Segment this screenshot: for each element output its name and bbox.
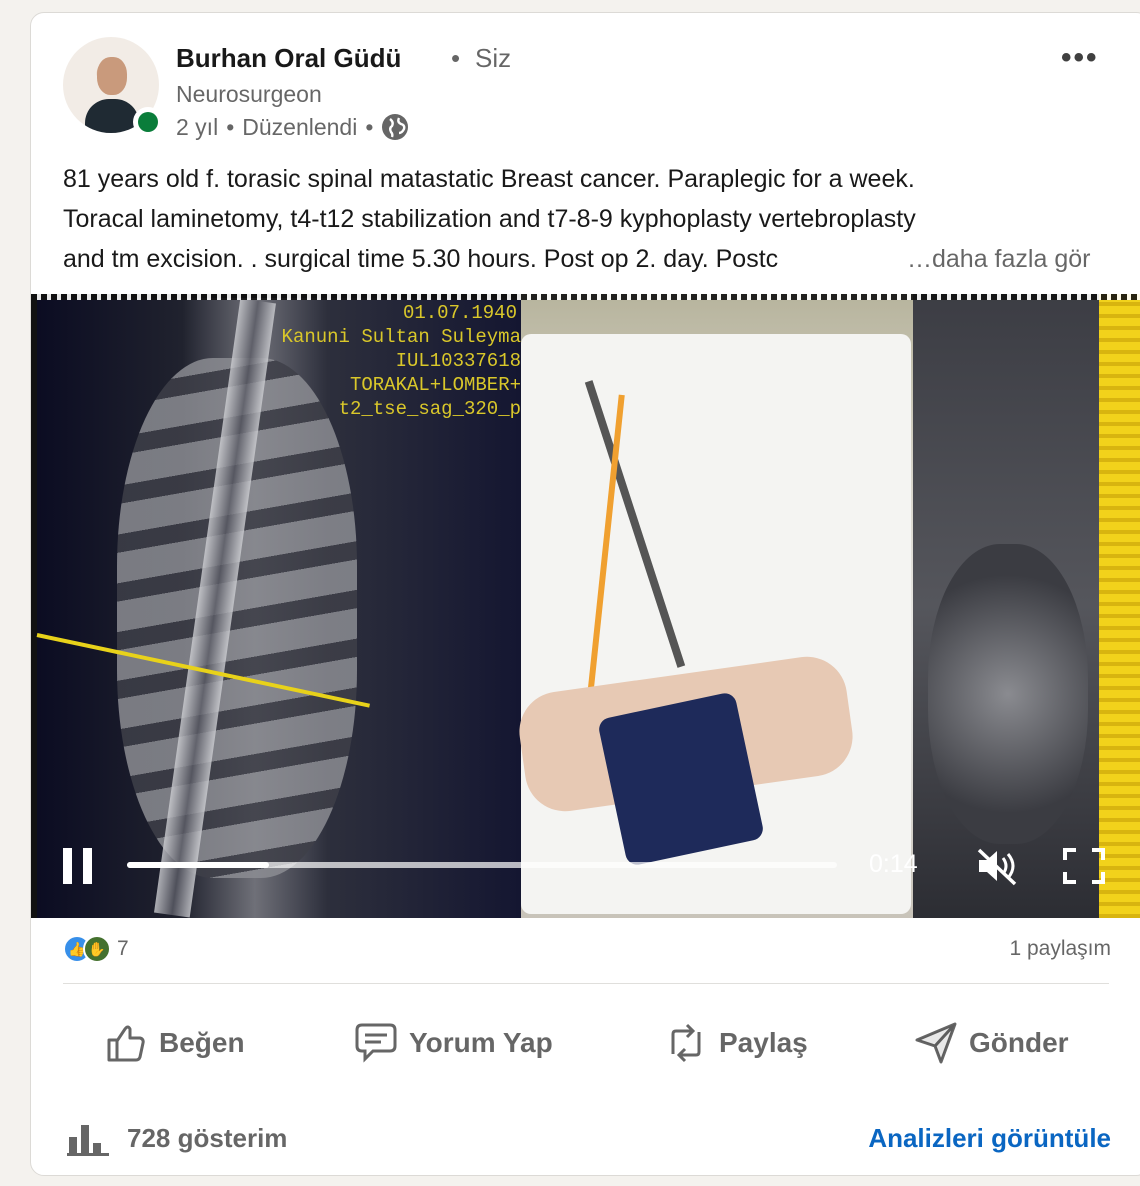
presence-indicator [133, 107, 163, 137]
social-counts: 👍 ✋ 7 1 paylaşım [63, 931, 1111, 971]
author-name[interactable]: Burhan Oral Güdü [176, 43, 401, 74]
patient-legs-frame [514, 294, 913, 918]
video-progress-fill [127, 862, 269, 868]
author-headline: Neurosurgeon [176, 81, 322, 107]
divider [63, 983, 1109, 984]
post-text-line: 81 years old f. torasic spinal matastati… [63, 165, 915, 193]
video-player[interactable]: 01.07.1940 Kanuni Sultan Suleyma IUL1033… [31, 294, 1140, 918]
mri-overlay-text: TORAKAL+LOMBER+ [349, 374, 521, 396]
like-icon [107, 1025, 145, 1062]
avatar-shirt [85, 99, 139, 133]
mri-overlay-text: t2_tse_sag_320_p [338, 398, 521, 420]
impressions-count: 728 gösterim [127, 1123, 288, 1153]
pause-button[interactable] [63, 848, 95, 884]
video-top-border [31, 294, 1140, 300]
repost-icon [671, 1023, 701, 1063]
author-relation: Siz [475, 43, 512, 73]
share-count[interactable]: 1 paylaşım [1009, 937, 1111, 961]
bar-chart-icon [67, 1125, 109, 1156]
fullscreen-icon[interactable] [1063, 848, 1105, 884]
more-icon: ••• [1061, 41, 1099, 74]
mri-overlay-text: 01.07.1940 [402, 302, 517, 324]
social-actions-bar: Beğen Yorum Yap Paylaş Gönder [63, 1013, 1111, 1073]
comment-label: Yorum Yap [409, 1027, 553, 1058]
post-meta: 2 yıl • Düzenlendi • [176, 113, 409, 141]
repost-button[interactable]: Paylaş [663, 1013, 808, 1073]
video-time: 0:14 [869, 850, 918, 878]
reaction-count: 7 [117, 937, 129, 960]
pause-icon [83, 848, 92, 884]
send-label: Gönder [969, 1027, 1069, 1058]
view-analytics-link[interactable]: Analizleri görüntüle [868, 1123, 1111, 1154]
repost-label: Paylaş [719, 1027, 808, 1058]
see-more-link[interactable]: …daha fazla gör [903, 239, 1091, 279]
send-button[interactable]: Gönder [913, 1013, 1069, 1073]
volume-muted-icon[interactable] [975, 846, 1019, 886]
reactions-summary[interactable]: 👍 ✋ 7 [63, 935, 129, 963]
comment-icon [355, 1023, 397, 1063]
feed-post-card: Burhan Oral Güdü • Siz Neurosurgeon 2 yı… [30, 12, 1140, 1176]
more-options-button[interactable]: ••• [1061, 41, 1099, 75]
separator-dot: • [451, 43, 461, 73]
mri-overlay-text: IUL10337618 [395, 350, 521, 372]
yellow-edge-frame [1099, 294, 1140, 918]
mri-overlay-text: Kanuni Sultan Suleyma [281, 326, 521, 348]
separator-dot: • [365, 113, 374, 140]
analytics-bar: 728 gösterim Analizleri görüntüle [63, 1117, 1111, 1161]
edited-label: Düzenlendi [242, 113, 358, 140]
separator-dot: • [226, 113, 235, 140]
send-icon [915, 1022, 957, 1064]
avatar-face [97, 57, 127, 95]
axial-scan-image [928, 544, 1088, 844]
comment-button[interactable]: Yorum Yap [353, 1013, 553, 1073]
video-progress-bar[interactable] [127, 862, 837, 868]
post-text-line: Toracal laminetomy, t4-t12 stabilization… [63, 205, 916, 233]
like-label: Beğen [159, 1027, 245, 1058]
post-time: 2 yıl [176, 113, 219, 140]
video-controls: 0:14 [31, 834, 1140, 894]
mri-sagittal-frame: 01.07.1940 Kanuni Sultan Suleyma IUL1033… [36, 298, 521, 918]
support-icon: ✋ [83, 935, 111, 963]
globe-icon [382, 114, 409, 140]
like-button[interactable]: Beğen [103, 1013, 245, 1073]
mri-axial-frame [913, 294, 1099, 918]
pause-icon [63, 848, 72, 884]
